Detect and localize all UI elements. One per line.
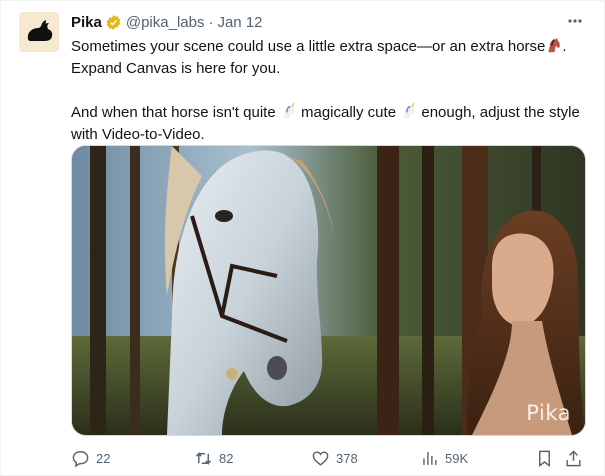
- tweet-paragraph-2: And when that horse isn't quite magicall…: [71, 102, 586, 146]
- retweet-icon: [195, 451, 212, 465]
- paragraph-2-part-2: magically cute: [296, 104, 401, 121]
- reply-button[interactable]: 22: [71, 447, 110, 469]
- rabbit-logo-icon: [27, 20, 53, 41]
- reply-count: 22: [96, 450, 111, 466]
- author-handle[interactable]: @pika_labs: [126, 14, 205, 31]
- tweet-header: Pika @pika_labs · Jan 12: [71, 12, 263, 32]
- retweet-count: 82: [219, 450, 234, 466]
- pika-watermark: Pika: [526, 401, 571, 425]
- tweet-text: Sometimes your scene could use a little …: [71, 36, 586, 146]
- paragraph-1-part-1: Sometimes your scene could use a little …: [71, 38, 546, 55]
- tweet-paragraph-1: Sometimes your scene could use a little …: [71, 36, 586, 80]
- avatar[interactable]: [19, 12, 59, 52]
- views-count: 59K: [445, 450, 469, 466]
- like-count: 378: [336, 450, 358, 466]
- retweet-button[interactable]: 82: [194, 447, 233, 469]
- horse-emoji-icon: [548, 37, 561, 53]
- bookmark-icon: [539, 450, 550, 467]
- video-scene: [72, 146, 585, 435]
- more-icon[interactable]: [564, 14, 586, 28]
- author-name[interactable]: Pika: [71, 14, 102, 31]
- unicorn-emoji-icon: [403, 103, 415, 119]
- tweet-video[interactable]: Pika: [71, 145, 586, 436]
- share-icon: [566, 449, 581, 466]
- action-bar: 22 82 378 59K: [71, 447, 586, 469]
- tweet-date[interactable]: Jan 12: [217, 14, 262, 31]
- separator-dot: ·: [208, 13, 214, 31]
- verified-badge-icon[interactable]: [105, 14, 122, 31]
- bookmark-button[interactable]: [535, 447, 554, 469]
- like-button[interactable]: 378: [311, 447, 358, 469]
- unicorn-emoji-icon: [283, 103, 295, 119]
- share-button[interactable]: [564, 447, 583, 469]
- views-icon: [423, 451, 437, 465]
- reply-icon: [72, 450, 89, 467]
- views-button[interactable]: 59K: [420, 447, 468, 469]
- paragraph-2-part-1: And when that horse isn't quite: [71, 104, 280, 121]
- tweet-card[interactable]: Pika @pika_labs · Jan 12 Sometimes your …: [0, 0, 605, 476]
- heart-icon: [312, 450, 329, 466]
